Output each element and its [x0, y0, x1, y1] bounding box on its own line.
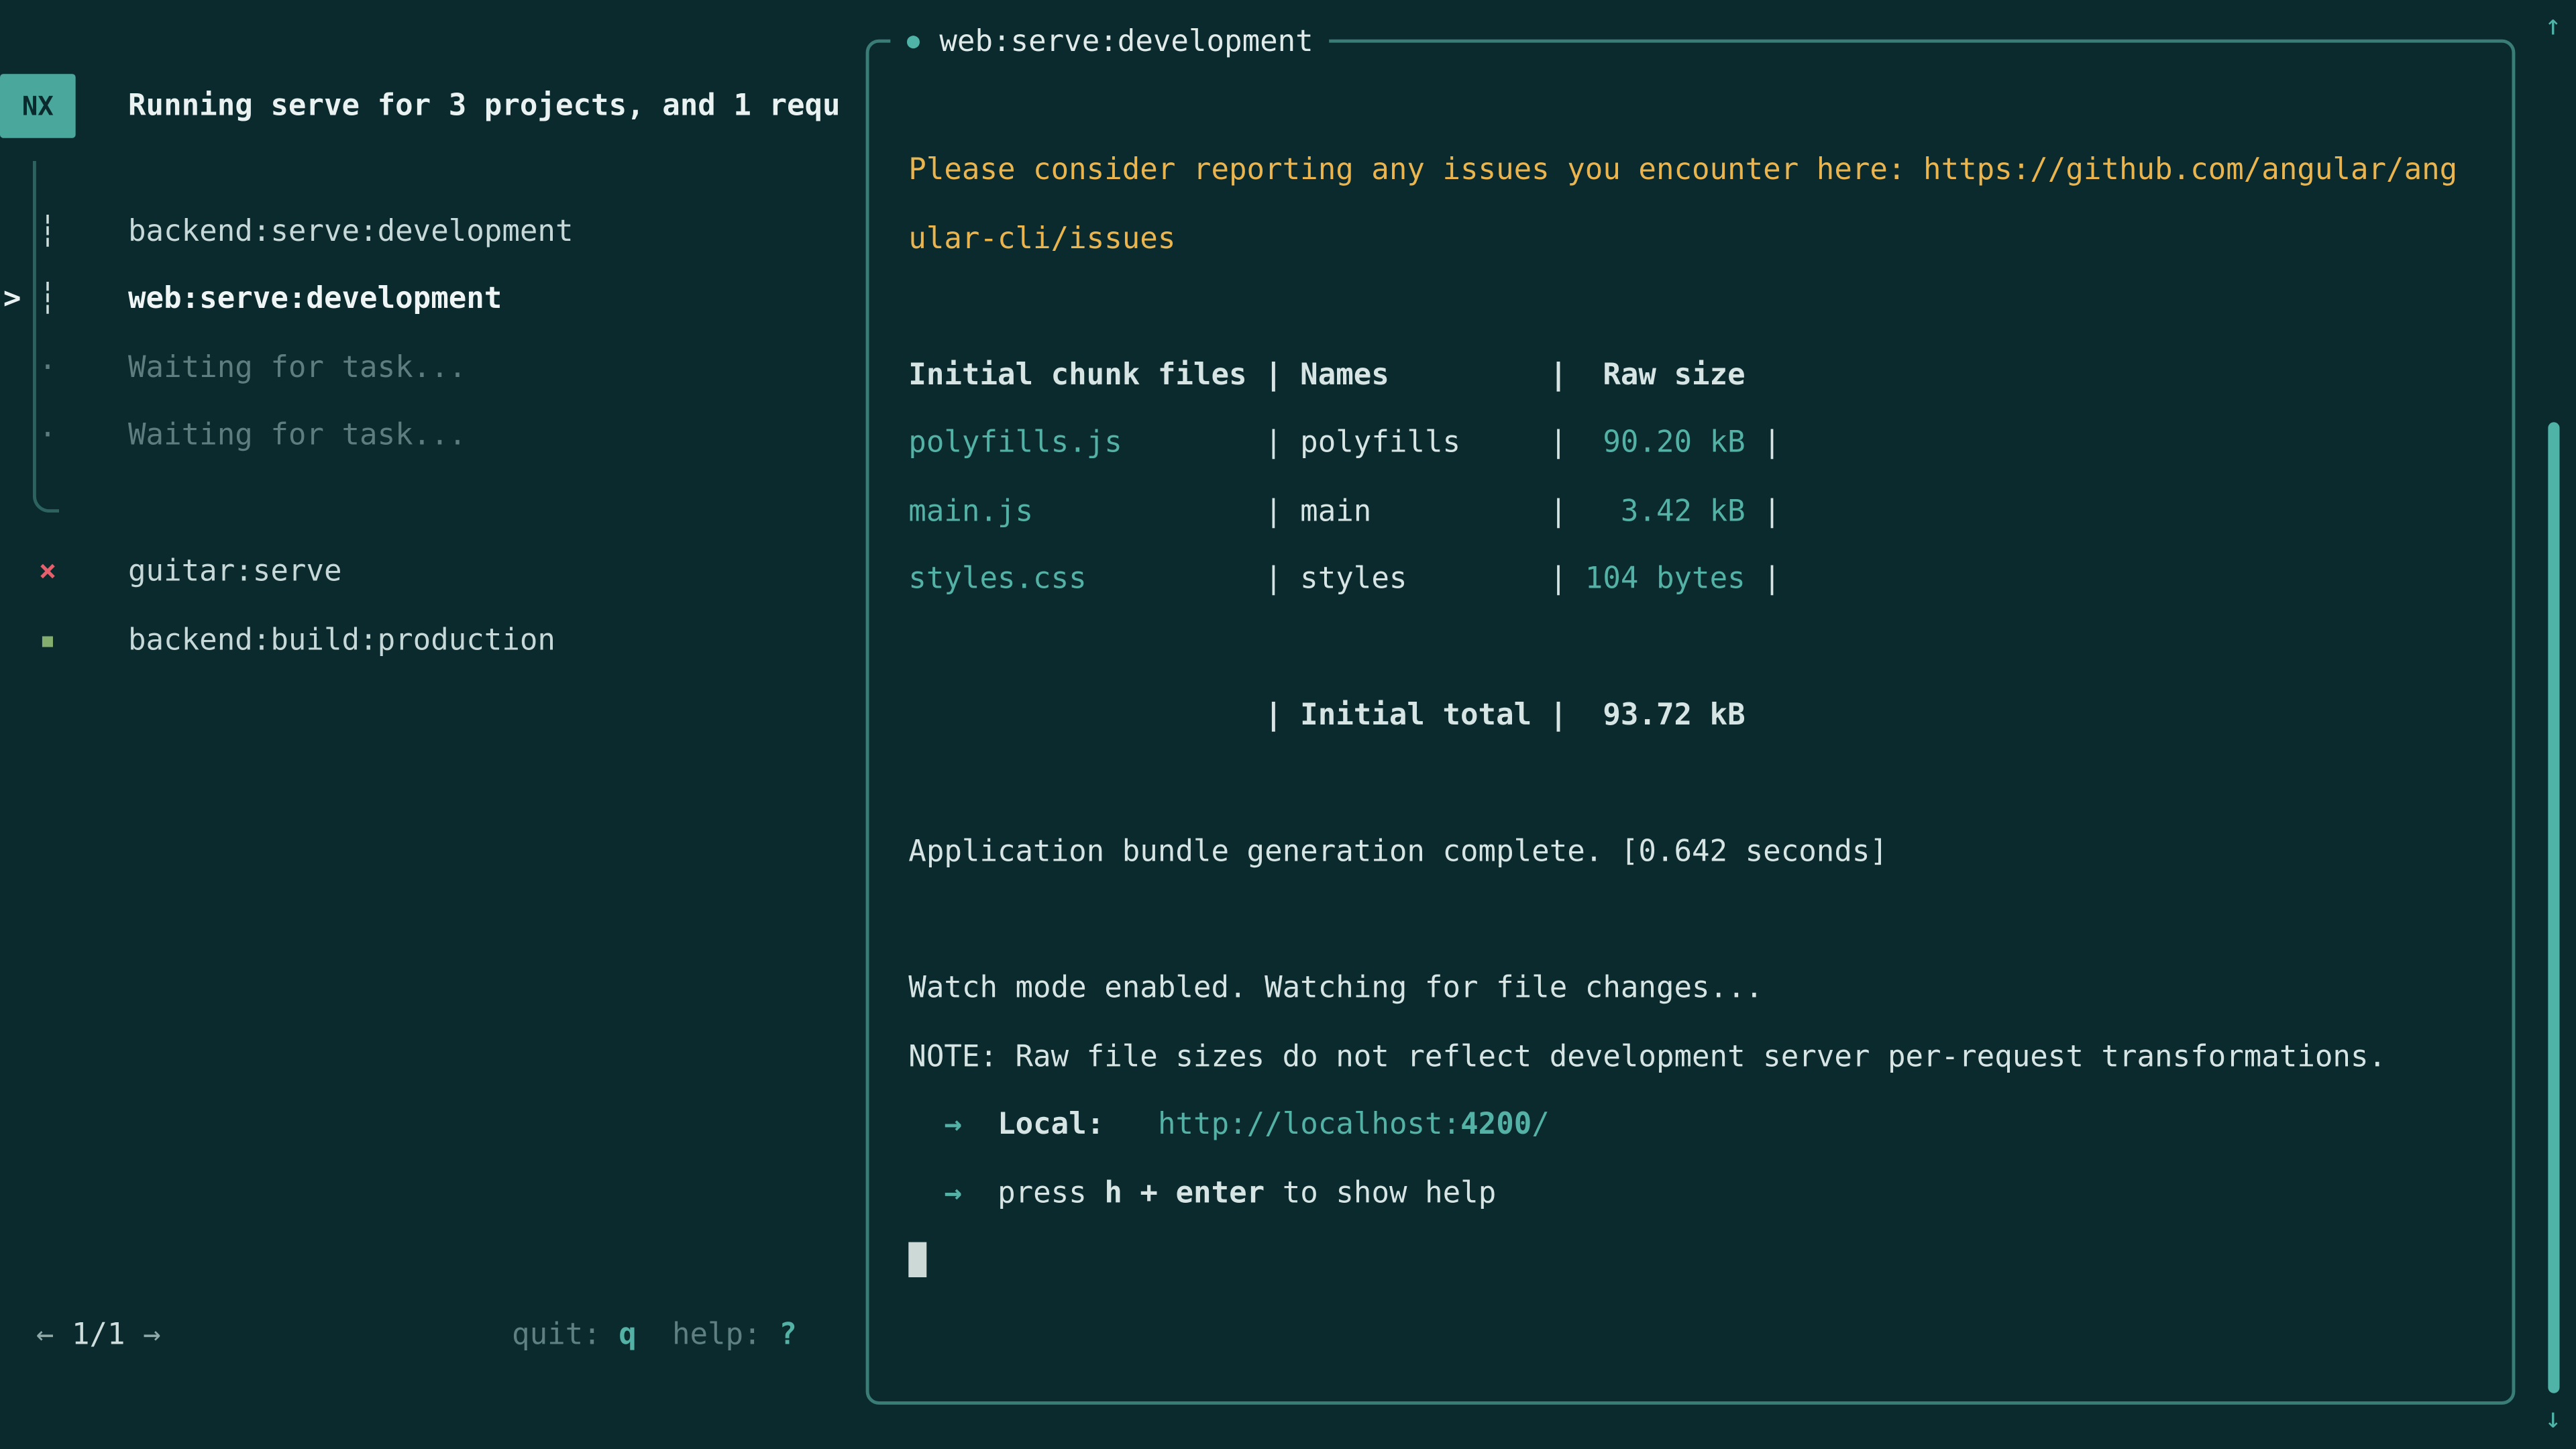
terminal-line: █ — [908, 1227, 2496, 1295]
task-label: guitar:serve — [128, 555, 341, 589]
pagination: ← 1/1 → — [36, 1318, 161, 1352]
quit-key: q — [619, 1318, 637, 1352]
task-row[interactable]: ■ backend:build:production — [0, 606, 866, 675]
terminal-line: Please consider reporting any issues you… — [908, 136, 2496, 205]
terminal-line: NOTE: Raw file sizes do not reflect deve… — [908, 1022, 2496, 1091]
quit-label: quit: — [512, 1318, 619, 1352]
output-pane-title: ● web:serve:development — [890, 18, 1330, 64]
terminal-line — [908, 750, 2496, 818]
success-square-icon: ■ — [33, 630, 62, 651]
task-row[interactable]: > ┆ web:serve:development — [0, 266, 866, 334]
terminal-line: Initial chunk files | Names | Raw size — [908, 341, 2496, 409]
prev-page-arrow-icon[interactable]: ← — [36, 1318, 54, 1352]
output-pane-title-label: web:serve:development — [939, 24, 1313, 58]
terminal-line: | Initial total | 93.72 kB — [908, 682, 2496, 750]
help-label: help: — [637, 1318, 779, 1352]
task-label: Waiting for task... — [128, 350, 466, 384]
spinner-icon: ┆ — [33, 282, 62, 317]
terminal-line: styles.css | styles | 104 bytes | — [908, 545, 2496, 614]
running-status-dot-icon: ● — [907, 29, 920, 54]
task-list: ┆ backend:serve:development > ┆ web:serve:de… — [0, 197, 866, 674]
spinner-icon: ┆ — [33, 214, 62, 248]
sidebar-bottom-bar: ← 1/1 → quit: q help: ? — [36, 1318, 797, 1352]
task-row[interactable]: · Waiting for task... — [0, 402, 866, 470]
terminal-line — [908, 273, 2496, 341]
task-group: ┆ backend:serve:development > ┆ web:serve:de… — [0, 197, 866, 470]
scroll-down-icon[interactable]: ↓ — [2540, 1403, 2566, 1436]
next-page-arrow-icon[interactable]: → — [143, 1318, 161, 1352]
terminal-line: Watch mode enabled. Watching for file ch… — [908, 955, 2496, 1023]
nx-tui-screen: NX Running serve for 3 projects, and 1 r… — [0, 0, 2576, 1449]
failed-cross-icon: × — [33, 555, 62, 589]
output-pane: ● web:serve:development Please consider … — [866, 40, 2516, 1405]
keyboard-shortcuts: quit: q help: ? — [512, 1318, 797, 1352]
terminal-line: ular-cli/issues — [908, 205, 2496, 273]
pending-dot-icon: · — [33, 350, 62, 384]
task-label: web:serve:development — [128, 282, 502, 317]
task-label: backend:serve:development — [128, 214, 574, 248]
terminal-line: Application bundle generation complete. … — [908, 818, 2496, 887]
scroll-up-icon[interactable]: ↑ — [2540, 10, 2566, 43]
app-title: Running serve for 3 projects, and 1 requ — [128, 89, 864, 123]
terminal-line — [908, 886, 2496, 955]
sidebar: NX Running serve for 3 projects, and 1 r… — [0, 0, 866, 1449]
terminal-line: → press h + enter to show help — [908, 1159, 2496, 1228]
pending-dot-icon: · — [33, 419, 62, 453]
selection-pointer-icon: > — [3, 282, 21, 317]
help-key: ? — [779, 1318, 797, 1352]
task-row[interactable]: · Waiting for task... — [0, 333, 866, 402]
task-group: × guitar:serve ■ backend:build:production — [0, 538, 866, 674]
terminal-line: polyfills.js | polyfills | 90.20 kB | — [908, 409, 2496, 478]
terminal-line: main.js | main | 3.42 kB | — [908, 477, 2496, 545]
terminal-line: → Local: http://localhost:4200/ — [908, 1091, 2496, 1159]
scroll-thumb[interactable] — [2548, 422, 2559, 1393]
terminal-line — [908, 614, 2496, 682]
task-label: backend:build:production — [128, 623, 555, 657]
task-row[interactable]: ┆ backend:serve:development — [0, 197, 866, 266]
task-row[interactable]: × guitar:serve — [0, 538, 866, 606]
task-label: Waiting for task... — [128, 419, 466, 453]
nx-logo-badge: NX — [0, 74, 76, 138]
page-indicator: 1/1 — [54, 1318, 143, 1352]
scrollbar: ↑ ↓ — [2540, 0, 2566, 1449]
terminal-output: Please consider reporting any issues you… — [908, 136, 2496, 1391]
